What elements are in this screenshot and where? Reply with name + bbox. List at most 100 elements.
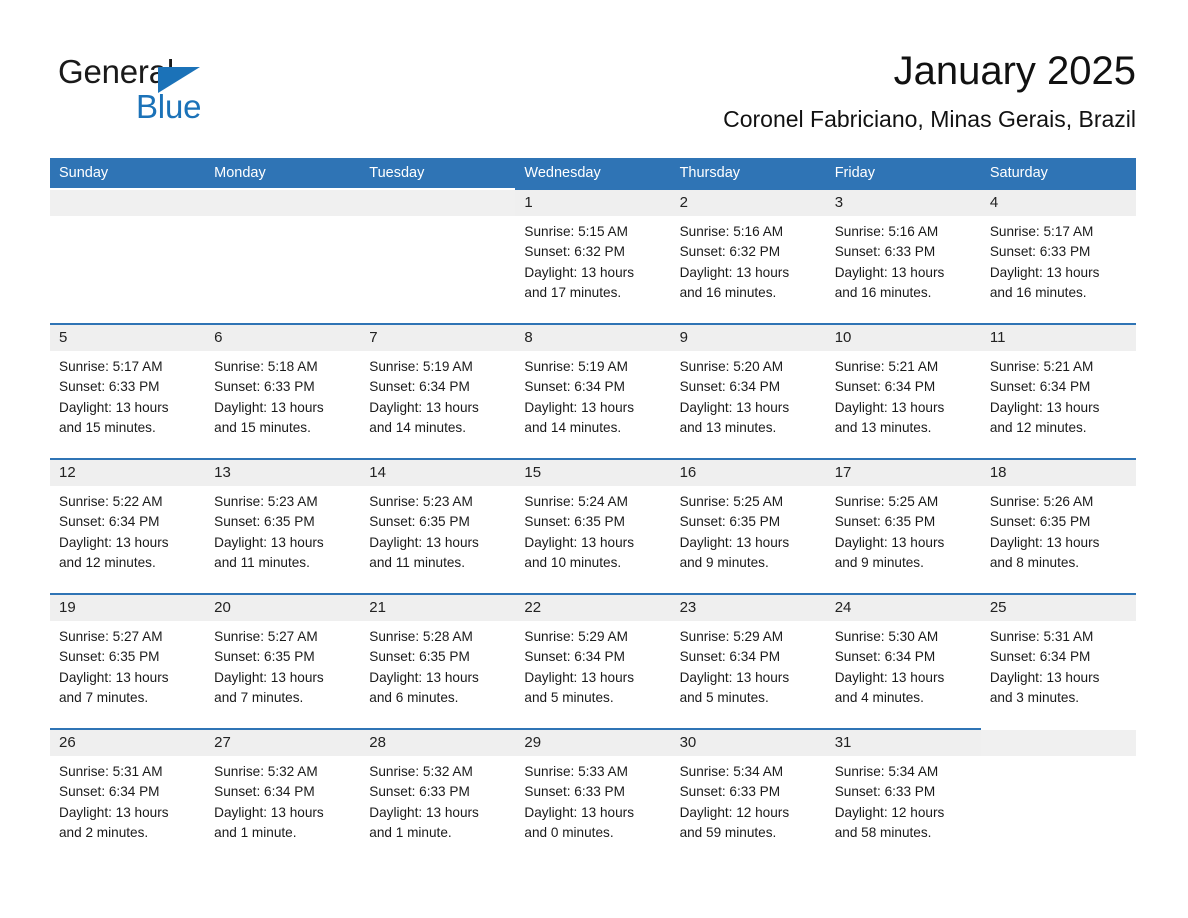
day-cell[interactable]: 4 Sunrise: 5:17 AM Sunset: 6:33 PM Daylight…	[980, 188, 1136, 323]
day-cell[interactable]: 21 Sunrise: 5:28 AM Sunset: 6:35 PM Dayligh…	[360, 593, 516, 728]
sunset-text: Sunset: 6:35 PM	[834, 514, 936, 530]
weekday-header-thursday: Thursday	[679, 165, 741, 181]
day-number-band: 2	[670, 190, 826, 216]
brand-name-general: General	[58, 53, 175, 90]
daylight-text-line2: and 9 minutes.	[834, 554, 924, 570]
day-number: 9	[679, 329, 688, 346]
sunrise-text: Sunrise: 5:26 AM	[989, 494, 1094, 509]
day-cell[interactable]: 5 Sunrise: 5:17 AM Sunset: 6:33 PM Daylight…	[50, 323, 206, 458]
day-number: 4	[989, 194, 999, 211]
day-details: Sunrise: 5:33 AM Sunset: 6:33 PM Daylight:…	[515, 756, 670, 843]
calendar-grid: Sunday Monday Tuesday Wednesday Thursday Frid…	[50, 158, 1136, 860]
day-number-band: 12	[50, 460, 206, 486]
day-cell[interactable]: 24 Sunrise: 5:30 AM Sunset: 6:34 PM Dayligh…	[825, 593, 981, 728]
day-cell-empty	[205, 188, 361, 323]
day-number-band: 27	[205, 730, 361, 756]
daylight-text-line2: and 13 minutes.	[834, 419, 932, 435]
day-cell[interactable]: 25 Sunrise: 5:31 AM Sunset: 6:34 PM Dayligh…	[980, 593, 1136, 728]
page-title: January 2025	[893, 49, 1136, 93]
day-details: Sunrise: 5:31 AM Sunset: 6:34 PM Daylight:…	[981, 621, 1136, 708]
day-number-band: 24	[825, 595, 981, 621]
day-details: Sunrise: 5:16 AM Sunset: 6:32 PM Daylight:…	[671, 216, 826, 303]
day-cell[interactable]: 18 Sunrise: 5:26 AM Sunset: 6:35 PM Dayligh…	[980, 458, 1136, 593]
day-number-band: 9	[670, 325, 826, 351]
sunrise-text: Sunrise: 5:31 AM	[989, 629, 1094, 644]
day-cell[interactable]: 28 Sunrise: 5:32 AM Sunset: 6:33 PM Dayligh…	[360, 728, 516, 860]
day-cell[interactable]: 13 Sunrise: 5:23 AM Sunset: 6:35 PM Dayligh…	[205, 458, 361, 593]
day-number-band	[205, 190, 361, 216]
day-cell-empty	[50, 188, 206, 323]
day-details: Sunrise: 5:32 AM Sunset: 6:34 PM Daylight:…	[205, 756, 360, 843]
day-cell[interactable]: 20 Sunrise: 5:27 AM Sunset: 6:35 PM Dayligh…	[205, 593, 361, 728]
day-cell[interactable]: 12 Sunrise: 5:22 AM Sunset: 6:34 PM Dayligh…	[50, 458, 206, 593]
day-details: Sunrise: 5:27 AM Sunset: 6:35 PM Daylight:…	[50, 621, 205, 708]
day-details: Sunrise: 5:31 AM Sunset: 6:34 PM Daylight:…	[50, 756, 205, 843]
day-number-band: 17	[825, 460, 981, 486]
day-cell[interactable]: 26 Sunrise: 5:31 AM Sunset: 6:34 PM Dayligh…	[50, 728, 206, 860]
daylight-text-line2: and 12 minutes.	[989, 419, 1087, 435]
sunrise-text: Sunrise: 5:32 AM	[214, 764, 318, 779]
daylight-text-line1: Daylight: 13 hours	[214, 534, 324, 550]
day-cell[interactable]: 7 Sunrise: 5:19 AM Sunset: 6:34 PM Daylight…	[360, 323, 516, 458]
day-number-band: 3	[825, 190, 981, 216]
sunrise-text: Sunrise: 5:32 AM	[369, 764, 473, 779]
day-cell[interactable]: 8 Sunrise: 5:19 AM Sunset: 6:34 PM Daylight…	[515, 323, 671, 458]
day-details: Sunrise: 5:34 AM Sunset: 6:33 PM Daylight:…	[826, 756, 981, 843]
sunrise-text: Sunrise: 5:22 AM	[59, 494, 163, 509]
day-cell[interactable]: 23 Sunrise: 5:29 AM Sunset: 6:34 PM Dayligh…	[670, 593, 826, 728]
page-header: General Blue January 2025 Coronel Fabric…	[50, 45, 1136, 145]
daylight-text-line1: Daylight: 13 hours	[369, 804, 479, 820]
weekday-header-wednesday: Wednesday	[524, 165, 601, 181]
sunset-text: Sunset: 6:33 PM	[679, 784, 781, 800]
daylight-text-line1: Daylight: 13 hours	[369, 534, 479, 550]
sunset-text: Sunset: 6:34 PM	[834, 379, 936, 395]
day-cell[interactable]: 29 Sunrise: 5:33 AM Sunset: 6:33 PM Dayligh…	[515, 728, 671, 860]
sunrise-text: Sunrise: 5:29 AM	[524, 629, 628, 644]
sunrise-text: Sunrise: 5:30 AM	[834, 629, 939, 644]
daylight-text-line1: Daylight: 13 hours	[679, 669, 790, 685]
calendar-week-row: 19 Sunrise: 5:27 AM Sunset: 6:35 PM Dayligh…	[50, 593, 1136, 728]
weekday-header-monday: Monday	[214, 165, 266, 181]
day-cell[interactable]: 3 Sunrise: 5:16 AM Sunset: 6:33 PM Daylight…	[825, 188, 981, 323]
day-cell[interactable]: 2 Sunrise: 5:16 AM Sunset: 6:32 PM Daylight…	[670, 188, 826, 323]
day-number: 31	[834, 734, 852, 751]
day-number: 16	[679, 464, 697, 481]
sunset-text: Sunset: 6:33 PM	[524, 784, 625, 800]
sunset-text: Sunset: 6:34 PM	[524, 379, 625, 395]
day-cell[interactable]: 14 Sunrise: 5:23 AM Sunset: 6:35 PM Dayligh…	[360, 458, 516, 593]
brand-logo[interactable]: General Blue	[58, 53, 288, 133]
day-cell[interactable]: 9 Sunrise: 5:20 AM Sunset: 6:34 PM Daylight…	[670, 323, 826, 458]
weekday-header-tuesday: Tuesday	[369, 165, 425, 181]
daylight-text-line2: and 1 minute.	[369, 824, 452, 840]
sunset-text: Sunset: 6:34 PM	[369, 379, 470, 395]
day-cell[interactable]: 30 Sunrise: 5:34 AM Sunset: 6:33 PM Dayligh…	[670, 728, 826, 860]
sunset-text: Sunset: 6:35 PM	[369, 649, 470, 665]
daylight-text-line2: and 5 minutes.	[524, 689, 614, 705]
day-cell[interactable]: 15 Sunrise: 5:24 AM Sunset: 6:35 PM Dayligh…	[515, 458, 671, 593]
sunset-text: Sunset: 6:34 PM	[59, 514, 160, 530]
daylight-text-line2: and 16 minutes.	[679, 284, 777, 300]
day-cell[interactable]: 6 Sunrise: 5:18 AM Sunset: 6:33 PM Daylight…	[205, 323, 361, 458]
day-number-band	[360, 190, 516, 216]
day-cell[interactable]: 31 Sunrise: 5:34 AM Sunset: 6:33 PM Dayligh…	[825, 728, 981, 860]
sunrise-text: Sunrise: 5:34 AM	[834, 764, 939, 779]
day-cell[interactable]: 19 Sunrise: 5:27 AM Sunset: 6:35 PM Dayligh…	[50, 593, 206, 728]
day-cell[interactable]: 17 Sunrise: 5:25 AM Sunset: 6:35 PM Dayligh…	[825, 458, 981, 593]
sunrise-text: Sunrise: 5:18 AM	[214, 359, 318, 374]
day-cell[interactable]: 1 Sunrise: 5:15 AM Sunset: 6:32 PM Daylight…	[515, 188, 671, 323]
daylight-text-line2: and 10 minutes.	[524, 554, 622, 570]
sunrise-text: Sunrise: 5:27 AM	[59, 629, 163, 644]
day-number: 3	[834, 194, 844, 211]
sunset-text: Sunset: 6:34 PM	[679, 649, 781, 665]
calendar-week-row: 1 Sunrise: 5:15 AM Sunset: 6:32 PM Daylight…	[50, 188, 1136, 323]
day-details: Sunrise: 5:30 AM Sunset: 6:34 PM Daylight:…	[826, 621, 981, 708]
day-cell[interactable]: 11 Sunrise: 5:21 AM Sunset: 6:34 PM Dayligh…	[980, 323, 1136, 458]
day-cell[interactable]: 16 Sunrise: 5:25 AM Sunset: 6:35 PM Dayligh…	[670, 458, 826, 593]
day-cell[interactable]: 27 Sunrise: 5:32 AM Sunset: 6:34 PM Dayligh…	[205, 728, 361, 860]
day-cell[interactable]: 10 Sunrise: 5:21 AM Sunset: 6:34 PM Dayligh…	[825, 323, 981, 458]
sunset-text: Sunset: 6:35 PM	[369, 514, 470, 530]
daylight-text-line1: Daylight: 13 hours	[524, 669, 634, 685]
day-number-band: 30	[670, 730, 826, 756]
day-cell[interactable]: 22 Sunrise: 5:29 AM Sunset: 6:34 PM Dayligh…	[515, 593, 671, 728]
sunrise-text: Sunrise: 5:16 AM	[679, 224, 784, 239]
